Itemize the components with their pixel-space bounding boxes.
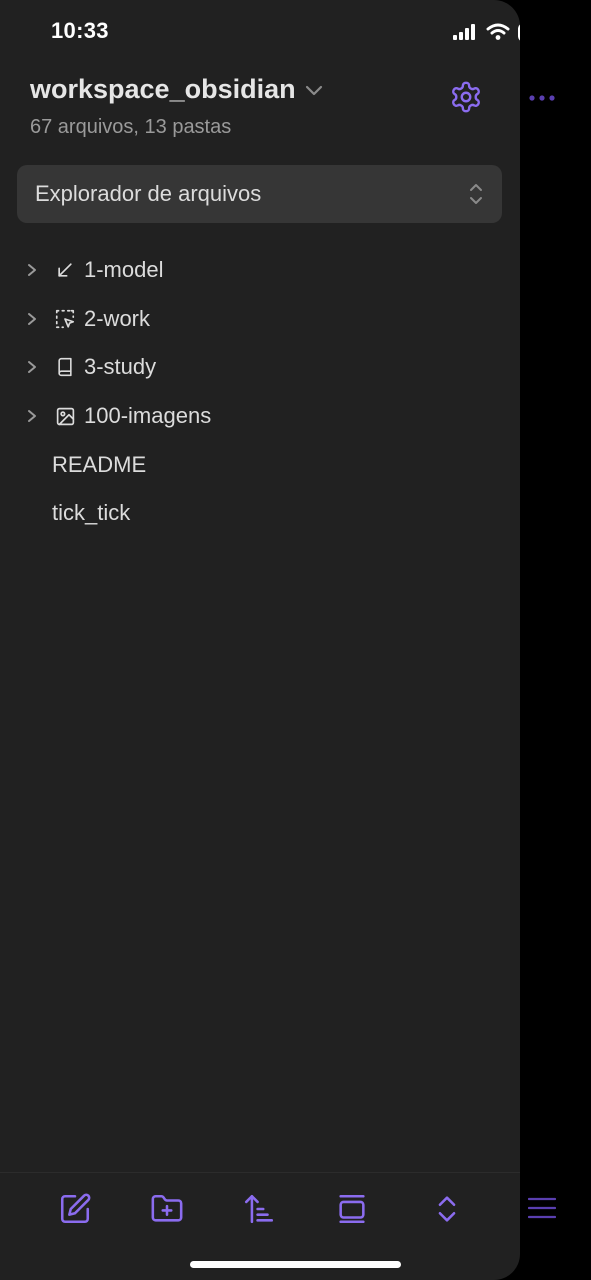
folder-item-2-work[interactable]: 2-work bbox=[0, 295, 520, 344]
cellular-signal-icon bbox=[453, 24, 475, 40]
dashed-cursor-icon bbox=[55, 309, 75, 328]
edit-icon bbox=[60, 1193, 91, 1224]
chevrons-up-down-icon bbox=[438, 1196, 456, 1222]
folder-item-100-imagens[interactable]: 100-imagens bbox=[0, 392, 520, 441]
folder-item-1-model[interactable]: 1-model bbox=[0, 246, 520, 295]
view-selector[interactable]: Explorador de arquivos bbox=[17, 165, 502, 223]
file-label: tick_tick bbox=[52, 500, 131, 526]
gear-icon bbox=[452, 81, 480, 113]
vault-name: workspace_obsidian bbox=[30, 74, 296, 104]
chevron-right-icon bbox=[28, 361, 36, 374]
folder-label: 100-imagens bbox=[84, 403, 212, 429]
sort-ascending-icon bbox=[244, 1194, 274, 1224]
image-icon bbox=[56, 407, 74, 425]
new-folder-button[interactable] bbox=[149, 1191, 185, 1227]
folder-label: 1-model bbox=[84, 257, 164, 283]
book-icon bbox=[58, 358, 72, 377]
chevron-up-down-icon bbox=[470, 184, 482, 204]
folder-item-3-study[interactable]: 3-study bbox=[0, 343, 520, 392]
chevron-right-icon bbox=[28, 264, 36, 277]
hamburger-menu-icon bbox=[528, 1197, 556, 1219]
new-note-button[interactable] bbox=[57, 1191, 93, 1227]
folder-label: 2-work bbox=[84, 305, 151, 331]
more-options-button[interactable] bbox=[527, 88, 557, 108]
status-icons: 91 bbox=[452, 20, 520, 44]
menu-button[interactable] bbox=[525, 1190, 559, 1226]
more-horizontal-icon bbox=[529, 95, 555, 101]
chevron-down-icon bbox=[305, 85, 322, 95]
status-time: 10:33 bbox=[51, 18, 109, 43]
vault-stats: 67 arquivos, 13 pastas bbox=[30, 116, 232, 138]
settings-button[interactable] bbox=[447, 78, 485, 116]
sort-button[interactable] bbox=[241, 1191, 277, 1227]
file-tree: 1-model 2-work 3-study 100-imagens READM… bbox=[0, 246, 520, 538]
collapse-view-button[interactable] bbox=[334, 1191, 370, 1227]
folder-plus-icon bbox=[151, 1194, 183, 1222]
file-item-tick-tick[interactable]: tick_tick bbox=[0, 489, 520, 538]
file-explorer-drawer: 10:33 91 workspace_obsidian 67 arquivos,… bbox=[0, 0, 520, 1280]
vault-switcher[interactable]: workspace_obsidian bbox=[30, 74, 324, 105]
chevron-right-icon bbox=[28, 410, 36, 423]
folder-label: 3-study bbox=[84, 354, 157, 380]
wifi-icon bbox=[486, 23, 510, 40]
arrow-down-left-icon bbox=[58, 263, 72, 277]
expand-collapse-button[interactable] bbox=[429, 1191, 465, 1227]
file-label: README bbox=[52, 451, 147, 477]
view-selector-label: Explorador de arquivos bbox=[35, 181, 262, 206]
file-item-readme[interactable]: README bbox=[0, 440, 520, 489]
stacked-cards-icon bbox=[339, 1194, 365, 1224]
battery-indicator: 91 bbox=[518, 22, 520, 42]
chevron-right-icon bbox=[28, 312, 36, 325]
home-indicator[interactable] bbox=[190, 1261, 401, 1268]
